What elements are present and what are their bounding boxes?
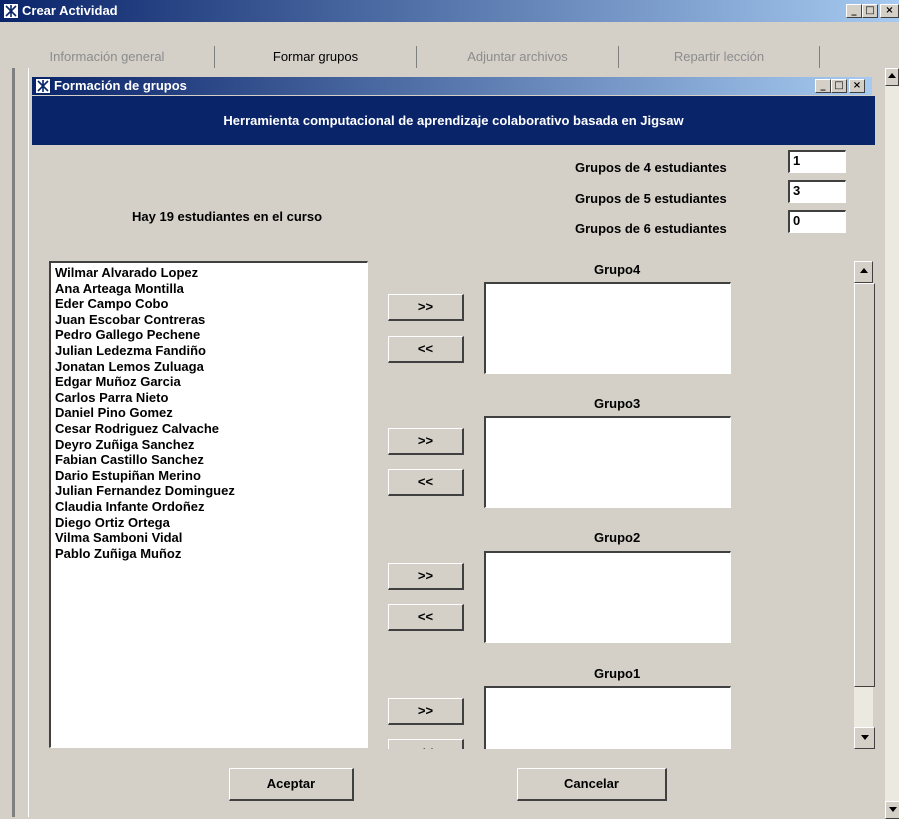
list-item[interactable]: Jonatan Lemos Zuluaga — [55, 359, 363, 375]
group-box-2[interactable] — [484, 551, 731, 643]
list-item[interactable]: Claudia Infante Ordoñez — [55, 499, 363, 515]
left-panel-strip — [0, 68, 28, 817]
group-size-input-5[interactable]: 3 — [788, 180, 846, 203]
group-size-label-4: Grupos de 4 estudiantes — [575, 160, 727, 175]
window-title: Crear Actividad — [22, 3, 118, 18]
group-box-1[interactable] — [484, 686, 731, 749]
list-item[interactable]: Fabian Castillo Sanchez — [55, 452, 363, 468]
groups-scroll-up-icon[interactable] — [854, 261, 873, 283]
dialog-header: Herramienta computacional de aprendizaje… — [32, 96, 875, 145]
window-title-bar: Crear Actividad _ □ × — [0, 0, 899, 22]
remove-from-group-4-button[interactable]: << — [388, 336, 464, 363]
dialog-close-icon[interactable]: × — [849, 79, 865, 93]
group-box-4[interactable] — [484, 282, 731, 374]
maximize-icon[interactable]: □ — [862, 4, 878, 18]
group-size-input-4[interactable]: 1 — [788, 150, 846, 173]
list-item[interactable]: Wilmar Alvarado Lopez — [55, 265, 363, 281]
groups-panel: Grupo4 >> << Grupo3 >> << Grupo2 >> << G… — [380, 255, 850, 749]
list-item[interactable]: Deyro Zuñiga Sanchez — [55, 437, 363, 453]
list-item[interactable]: Diego Ortiz Ortega — [55, 515, 363, 531]
list-item[interactable]: Julian Fernandez Dominguez — [55, 483, 363, 499]
list-item[interactable]: Pedro Gallego Pechene — [55, 327, 363, 343]
add-to-group-2-button[interactable]: >> — [388, 563, 464, 590]
dialog-minimize-icon[interactable]: _ — [815, 79, 831, 93]
group-box-3[interactable] — [484, 416, 731, 508]
list-item[interactable]: Edgar Muñoz Garcia — [55, 374, 363, 390]
list-item[interactable]: Dario Estupiñan Merino — [55, 468, 363, 484]
group-label-3: Grupo3 — [594, 396, 641, 411]
app-icon — [3, 3, 19, 19]
list-item[interactable]: Ana Arteaga Montilla — [55, 281, 363, 297]
group-label-4: Grupo4 — [594, 262, 641, 277]
group-size-label-6: Grupos de 6 estudiantes — [575, 221, 727, 236]
dialog-app-icon — [35, 78, 51, 94]
add-to-group-1-button[interactable]: >> — [388, 698, 464, 725]
list-item[interactable]: Carlos Parra Nieto — [55, 390, 363, 406]
students-count-label: Hay 19 estudiantes en el curso — [132, 209, 323, 224]
students-list[interactable]: Wilmar Alvarado Lopez Ana Arteaga Montil… — [49, 261, 368, 748]
groups-scroll-thumb[interactable] — [854, 283, 875, 687]
groups-scrollbar[interactable] — [853, 261, 875, 749]
close-icon[interactable]: × — [880, 4, 899, 18]
add-to-group-3-button[interactable]: >> — [388, 428, 464, 455]
list-item[interactable]: Cesar Rodriguez Calvache — [55, 421, 363, 437]
group-size-label-5: Grupos de 5 estudiantes — [575, 191, 727, 206]
add-to-group-4-button[interactable]: >> — [388, 294, 464, 321]
remove-from-group-3-button[interactable]: << — [388, 469, 464, 496]
remove-from-group-1-button[interactable]: << — [388, 739, 464, 749]
list-item[interactable]: Juan Escobar Contreras — [55, 312, 363, 328]
list-item[interactable]: Pablo Zuñiga Muñoz — [55, 546, 363, 562]
outer-scroll-up-icon[interactable] — [885, 68, 899, 86]
cancel-button[interactable]: Cancelar — [517, 768, 667, 801]
groups-scroll-down-icon[interactable] — [854, 727, 875, 749]
list-item[interactable]: Eder Campo Cobo — [55, 296, 363, 312]
outer-scroll-down-icon[interactable] — [885, 801, 899, 819]
group-label-1: Grupo1 — [594, 666, 641, 681]
tab-bar: Información general Formar grupos Adjunt… — [0, 22, 899, 68]
list-item[interactable]: Vilma Samboni Vidal — [55, 530, 363, 546]
group-size-input-6[interactable]: 0 — [788, 210, 846, 233]
accept-button[interactable]: Aceptar — [229, 768, 354, 801]
tab-informacion-general[interactable]: Información general — [0, 46, 215, 68]
remove-from-group-2-button[interactable]: << — [388, 604, 464, 631]
list-item[interactable]: Daniel Pino Gomez — [55, 405, 363, 421]
minimize-icon[interactable]: _ — [846, 4, 862, 18]
tab-repartir-leccion[interactable]: Repartir lección — [619, 46, 820, 68]
dialog-title-bar: Formación de grupos _ □ × — [32, 77, 872, 95]
group-label-2: Grupo2 — [594, 530, 641, 545]
tab-adjuntar-archivos[interactable]: Adjuntar archivos — [417, 46, 619, 68]
dialog-title: Formación de grupos — [54, 78, 187, 93]
list-item[interactable]: Julian Ledezma Fandiño — [55, 343, 363, 359]
dialog-maximize-icon[interactable]: □ — [831, 79, 847, 93]
tab-formar-grupos[interactable]: Formar grupos — [215, 46, 417, 68]
outer-scrollbar[interactable] — [885, 68, 899, 819]
